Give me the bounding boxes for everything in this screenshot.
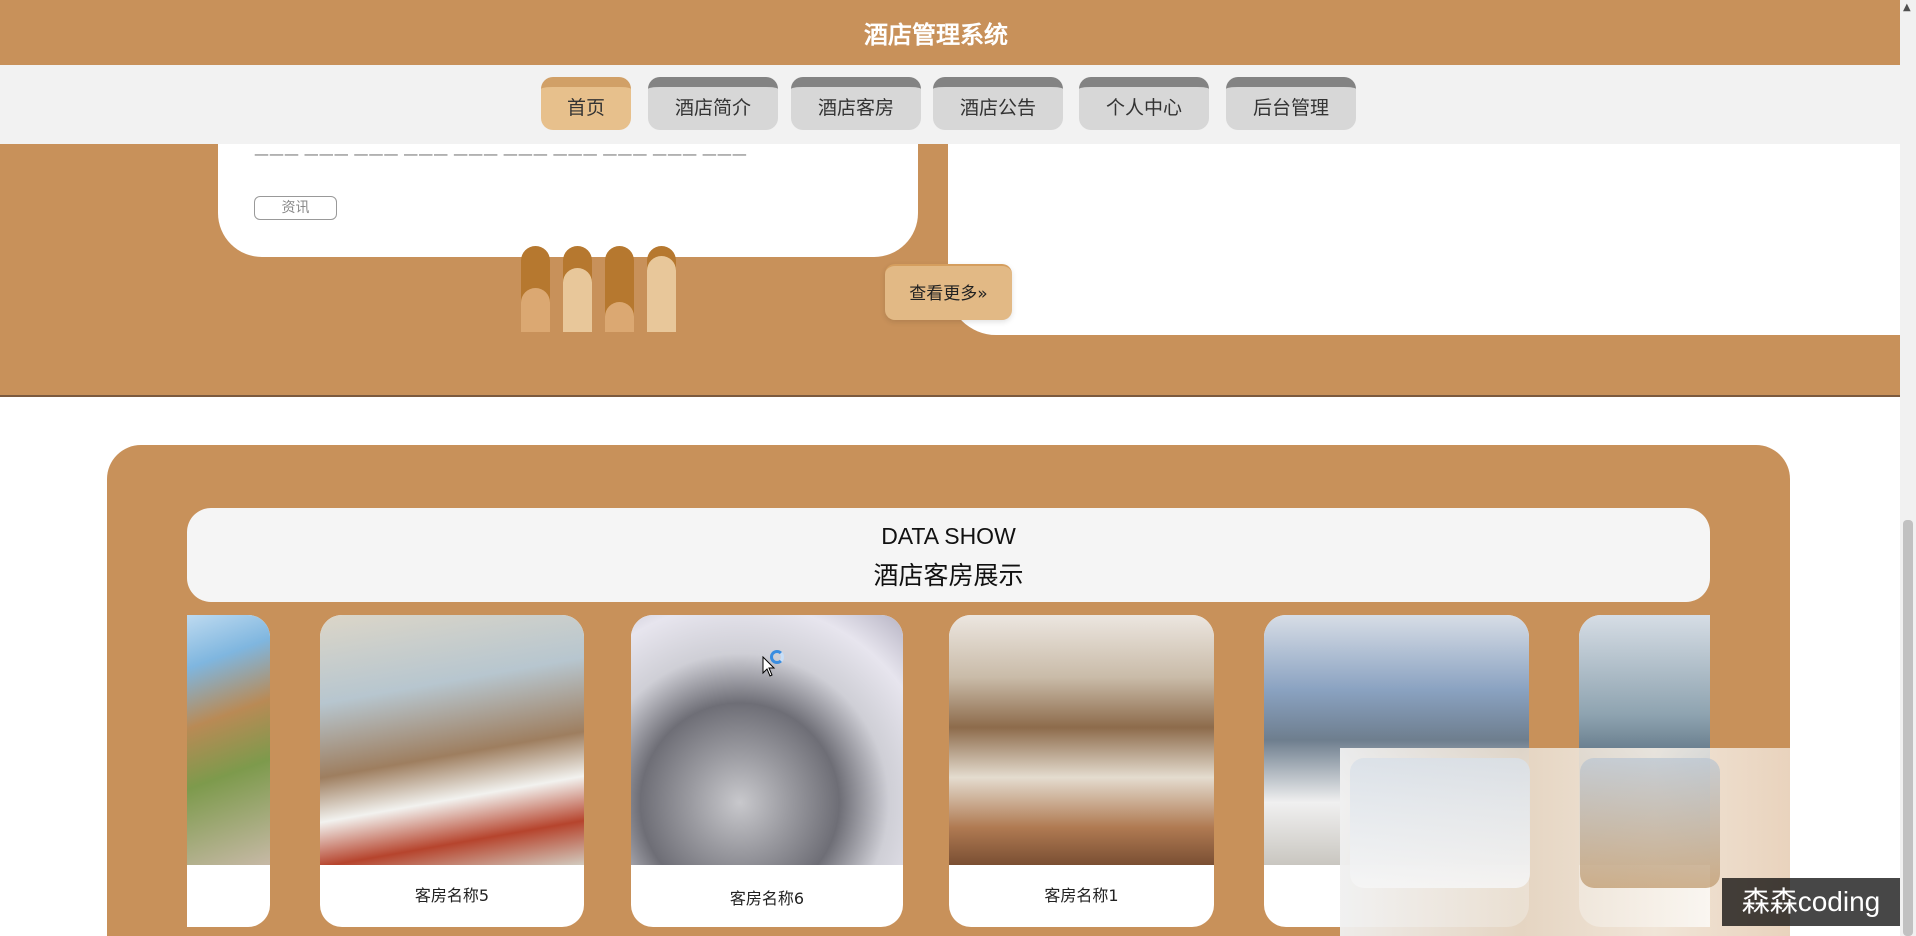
decor-bar (521, 246, 550, 332)
scroll-up-arrow-icon[interactable]: ▲ (1903, 2, 1911, 13)
news-tag[interactable]: 资讯 (254, 196, 337, 220)
nav-hotel-rooms[interactable]: 酒店客房 (791, 77, 921, 130)
showcase-title-cn: 酒店客房展示 (873, 561, 1024, 590)
room-name: 客房名称5 (414, 886, 490, 905)
vertical-scrollbar[interactable]: ▲ (1900, 0, 1916, 936)
blurred-tile (1580, 758, 1720, 888)
scrollbar-thumb[interactable] (1903, 520, 1913, 936)
app-title: 酒店管理系统 (864, 21, 1008, 49)
room-name: 客房名称6 (729, 889, 805, 908)
nav-hotel-intro[interactable]: 酒店简介 (648, 77, 778, 130)
room-photo (187, 615, 270, 865)
main-nav: 首页 酒店简介 酒店客房 酒店公告 个人中心 后台管理 (0, 65, 1900, 145)
news-right-panel (948, 144, 1900, 335)
nav-admin[interactable]: 后台管理 (1226, 77, 1356, 130)
app-header: 酒店管理系统 (0, 0, 1900, 67)
decorative-bars (521, 246, 677, 332)
watermark: 森森coding (1722, 878, 1900, 926)
room-photo (949, 615, 1214, 865)
room-name: 客房名称1 (1044, 886, 1119, 905)
blurred-tile (1350, 758, 1530, 888)
room-card[interactable]: 客房名称1 (949, 615, 1214, 927)
room-photo (320, 615, 584, 865)
showcase-header: DATA SHOW 酒店客房展示 (187, 508, 1710, 602)
nav-hotel-notices[interactable]: 酒店公告 (933, 77, 1063, 130)
decor-bar (563, 246, 592, 332)
room-card[interactable]: 客房名称5 (320, 615, 584, 927)
view-more-button[interactable]: 查看更多» (885, 264, 1012, 320)
decor-bar (605, 246, 634, 332)
nav-personal-center[interactable]: 个人中心 (1079, 77, 1209, 130)
news-card[interactable]: ——— ——— ——— ——— ——— ——— ——— ——— ——— ——— … (218, 144, 918, 257)
nav-home[interactable]: 首页 (541, 77, 631, 130)
news-summary-text: ——— ——— ——— ——— ——— ——— ——— ——— ——— ——— (254, 145, 747, 156)
room-name (187, 865, 270, 927)
decor-bar (647, 246, 676, 332)
showcase-title-en: DATA SHOW (881, 523, 1016, 549)
room-photo (631, 615, 903, 865)
mouse-pointer-icon (762, 656, 776, 677)
room-card[interactable] (187, 615, 270, 927)
